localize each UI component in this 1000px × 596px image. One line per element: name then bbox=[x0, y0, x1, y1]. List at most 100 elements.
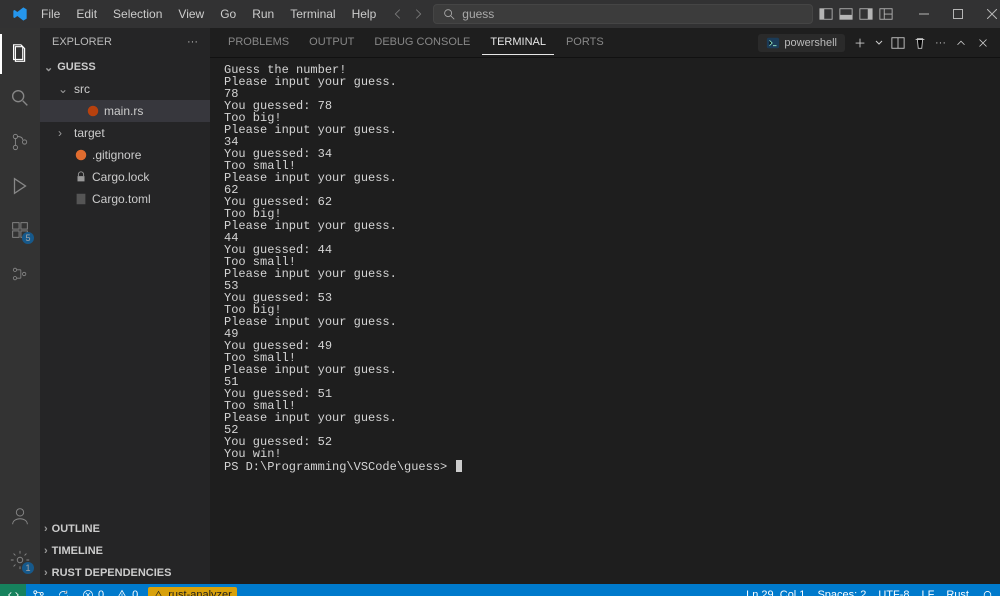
menu-go[interactable]: Go bbox=[213, 3, 243, 25]
panel-tabs: PROBLEMSOUTPUTDEBUG CONSOLETERMINALPORTS… bbox=[210, 28, 1000, 58]
layout-controls bbox=[813, 7, 899, 21]
explorer-title: EXPLORER bbox=[52, 36, 112, 48]
menu-selection[interactable]: Selection bbox=[106, 3, 169, 25]
activity-accounts[interactable] bbox=[0, 496, 40, 536]
status-language[interactable]: Rust bbox=[940, 584, 975, 596]
tree-label: Cargo.lock bbox=[92, 170, 149, 184]
activity-source-control[interactable] bbox=[0, 122, 40, 162]
status-errors[interactable]: 0 bbox=[76, 584, 110, 596]
remote-indicator[interactable] bbox=[0, 584, 26, 596]
file-main-rs[interactable]: main.rs bbox=[40, 100, 210, 122]
chevron-right-icon: › bbox=[44, 523, 48, 535]
panel-tab-problems[interactable]: PROBLEMS bbox=[220, 30, 297, 55]
rust-icon bbox=[86, 104, 100, 118]
new-terminal-icon[interactable] bbox=[853, 36, 867, 50]
search-text: guess bbox=[462, 7, 494, 21]
folder-target[interactable]: › target bbox=[40, 122, 210, 144]
powershell-icon bbox=[766, 36, 780, 50]
terminal-output[interactable]: Guess the number! Please input your gues… bbox=[210, 58, 1000, 584]
activity-settings[interactable]: 1 bbox=[0, 540, 40, 580]
file-Cargo-lock[interactable]: Cargo.lock bbox=[40, 166, 210, 188]
settings-badge: 1 bbox=[22, 562, 34, 574]
activity-extensions[interactable]: 5 bbox=[0, 210, 40, 250]
explorer-sidebar: EXPLORER ··· ⌄ GUESS ⌄ src main.rs › target.… bbox=[40, 28, 210, 584]
tree-label: target bbox=[74, 126, 105, 140]
section-timeline[interactable]: ›TIMELINE bbox=[40, 540, 210, 562]
window-controls bbox=[907, 0, 1000, 28]
command-center[interactable]: guess bbox=[433, 4, 813, 24]
close-panel-icon[interactable] bbox=[976, 36, 990, 50]
nav-back-icon[interactable] bbox=[391, 7, 405, 21]
activity-explorer[interactable] bbox=[0, 34, 40, 74]
editor-area: PROBLEMSOUTPUTDEBUG CONSOLETERMINALPORTS… bbox=[210, 28, 1000, 584]
status-sync[interactable] bbox=[51, 584, 76, 596]
close-button[interactable] bbox=[975, 0, 1000, 28]
git-icon bbox=[74, 148, 88, 162]
explorer-more-icon[interactable]: ··· bbox=[187, 36, 198, 48]
toggle-panel-icon[interactable] bbox=[839, 7, 853, 21]
section-outline[interactable]: ›OUTLINE bbox=[40, 518, 210, 540]
status-bar: 0 0 rust-analyzer Ln 29, Col 1 Spaces: 2… bbox=[0, 584, 1000, 596]
menu-help[interactable]: Help bbox=[345, 3, 384, 25]
status-warnings[interactable]: 0 bbox=[110, 584, 144, 596]
chevron-down-icon: ⌄ bbox=[58, 82, 70, 96]
titlebar: FileEditSelectionViewGoRunTerminalHelp g… bbox=[0, 0, 1000, 28]
terminal-cursor bbox=[456, 460, 462, 472]
terminal-dropdown-icon[interactable] bbox=[875, 39, 883, 47]
maximize-panel-icon[interactable] bbox=[954, 36, 968, 50]
panel-tab-output[interactable]: OUTPUT bbox=[301, 30, 362, 55]
file--gitignore[interactable]: .gitignore bbox=[40, 144, 210, 166]
activity-remote-explorer[interactable] bbox=[0, 254, 40, 294]
file-tree: ⌄ src main.rs › target .gitignore Cargo.lock Ca… bbox=[40, 78, 210, 210]
nav-forward-icon[interactable] bbox=[411, 7, 425, 21]
shell-label: powershell bbox=[784, 37, 837, 49]
chevron-down-icon: ⌄ bbox=[44, 61, 53, 74]
project-root[interactable]: ⌄ GUESS bbox=[40, 56, 210, 78]
menu-terminal[interactable]: Terminal bbox=[283, 3, 342, 25]
menu-bar: FileEditSelectionViewGoRunTerminalHelp bbox=[34, 3, 383, 25]
status-notifications-icon[interactable] bbox=[975, 584, 1000, 596]
status-eol[interactable]: LF bbox=[916, 584, 941, 596]
activity-run-debug[interactable] bbox=[0, 166, 40, 206]
status-branch[interactable] bbox=[26, 584, 51, 596]
kill-terminal-icon[interactable] bbox=[913, 36, 927, 50]
tree-label: Cargo.toml bbox=[92, 192, 151, 206]
terminal-shell-chip[interactable]: powershell bbox=[758, 34, 845, 52]
folder-src[interactable]: ⌄ src bbox=[40, 78, 210, 100]
extensions-badge: 5 bbox=[22, 232, 34, 244]
status-encoding[interactable]: UTF-8 bbox=[872, 584, 915, 596]
activity-bar: 5 1 bbox=[0, 28, 40, 584]
tree-label: main.rs bbox=[104, 104, 143, 118]
maximize-button[interactable] bbox=[941, 0, 975, 28]
toml-icon bbox=[74, 192, 88, 206]
tree-label: .gitignore bbox=[92, 148, 141, 162]
panel-more-icon[interactable]: ··· bbox=[935, 37, 946, 49]
activity-search[interactable] bbox=[0, 78, 40, 118]
tree-label: src bbox=[74, 82, 90, 96]
customize-layout-icon[interactable] bbox=[879, 7, 893, 21]
status-spaces[interactable]: Spaces: 2 bbox=[811, 584, 872, 596]
status-cursor[interactable]: Ln 29, Col 1 bbox=[740, 584, 811, 596]
search-icon bbox=[442, 7, 456, 21]
menu-file[interactable]: File bbox=[34, 3, 67, 25]
chevron-right-icon: › bbox=[58, 126, 70, 140]
panel-tab-terminal[interactable]: TERMINAL bbox=[482, 30, 554, 55]
minimize-button[interactable] bbox=[907, 0, 941, 28]
file-Cargo-toml[interactable]: Cargo.toml bbox=[40, 188, 210, 210]
toggle-primary-sidebar-icon[interactable] bbox=[819, 7, 833, 21]
explorer-header: EXPLORER ··· bbox=[40, 28, 210, 56]
menu-run[interactable]: Run bbox=[245, 3, 281, 25]
panel-tab-ports[interactable]: PORTS bbox=[558, 30, 612, 55]
toggle-secondary-sidebar-icon[interactable] bbox=[859, 7, 873, 21]
menu-edit[interactable]: Edit bbox=[69, 3, 104, 25]
section-rust-dependencies[interactable]: ›RUST DEPENDENCIES bbox=[40, 562, 210, 584]
project-name: GUESS bbox=[57, 61, 96, 73]
status-rust-analyzer[interactable]: rust-analyzer bbox=[148, 587, 237, 596]
menu-view[interactable]: View bbox=[171, 3, 211, 25]
chevron-right-icon: › bbox=[44, 545, 48, 557]
panel-tab-debug-console[interactable]: DEBUG CONSOLE bbox=[366, 30, 478, 55]
nav-arrows bbox=[391, 7, 425, 21]
split-terminal-icon[interactable] bbox=[891, 36, 905, 50]
chevron-right-icon: › bbox=[44, 567, 48, 579]
vscode-logo-icon bbox=[12, 6, 28, 22]
